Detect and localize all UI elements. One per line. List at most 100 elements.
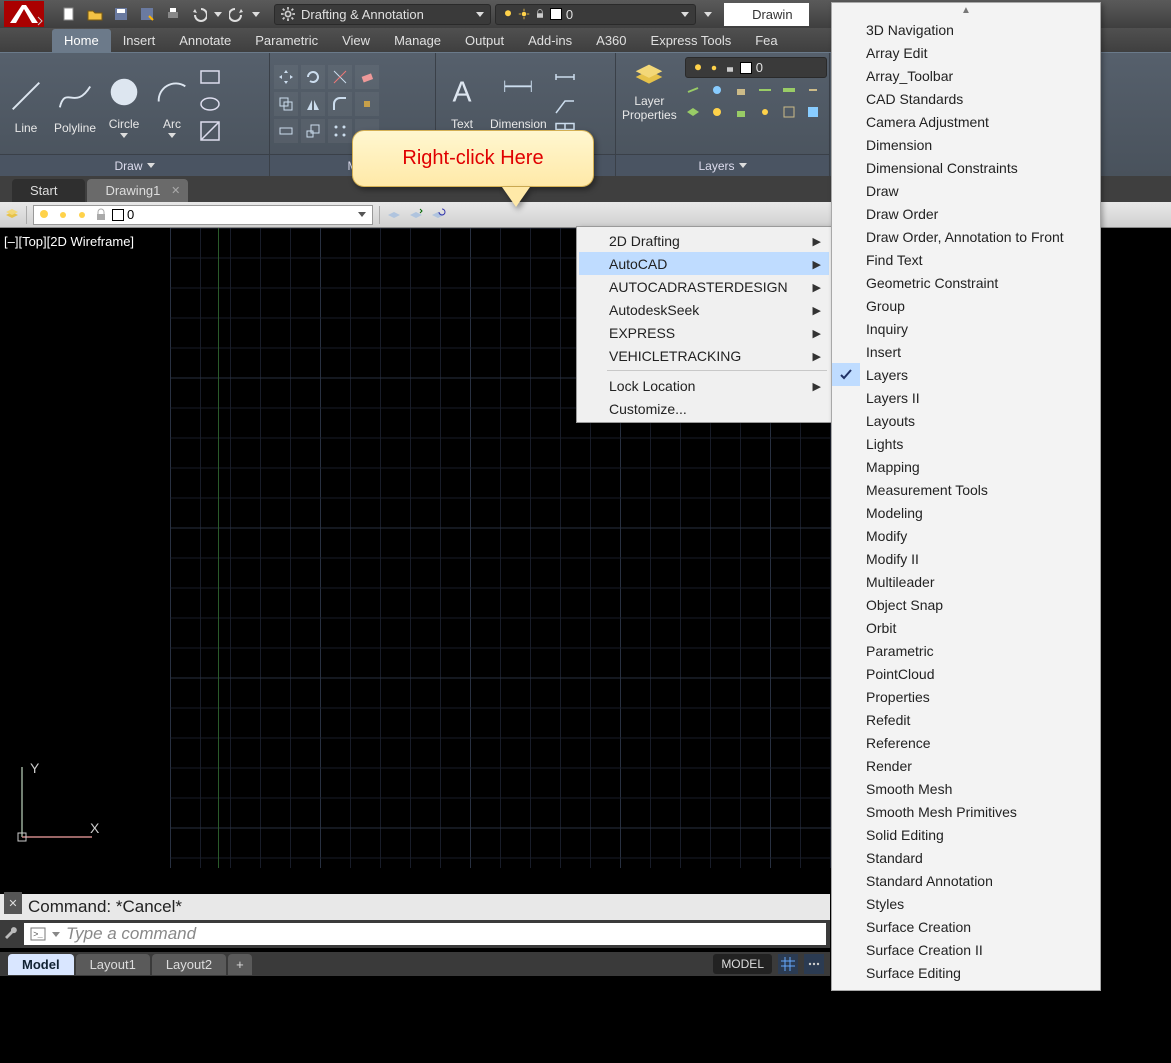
- toolbar-list-item[interactable]: Draw: [832, 179, 1100, 202]
- toolbar-list-item[interactable]: Draw Order: [832, 202, 1100, 225]
- rectangle-icon[interactable]: [198, 65, 222, 89]
- dwg-tab-start[interactable]: Start: [12, 179, 85, 202]
- move-icon[interactable]: [274, 65, 298, 89]
- layer-walk-icon[interactable]: [781, 104, 803, 124]
- toolbar-list-item[interactable]: Standard Annotation: [832, 869, 1100, 892]
- layout-tab-1[interactable]: Layout1: [76, 954, 150, 975]
- layer-previous-icon[interactable]: [430, 205, 446, 224]
- toolbar-list-item[interactable]: Smooth Mesh Primitives: [832, 800, 1100, 823]
- ribbon-tab-addins[interactable]: Add-ins: [516, 29, 584, 52]
- ctx-item[interactable]: EXPRESS▶: [579, 321, 829, 344]
- layer-prev-icon[interactable]: [805, 82, 827, 102]
- layer-current-icon[interactable]: [757, 82, 779, 102]
- layout-tab-add[interactable]: +: [228, 954, 252, 975]
- ctx-item[interactable]: AUTOCADRASTERDESIGN▶: [579, 275, 829, 298]
- layer-state-icon[interactable]: [805, 104, 827, 124]
- toolbar-list-item[interactable]: Smooth Mesh: [832, 777, 1100, 800]
- ribbon-tab-a360[interactable]: A360: [584, 29, 638, 52]
- toolbar-list-item[interactable]: Dimensional Constraints: [832, 156, 1100, 179]
- toolbar-list-item[interactable]: Standard: [832, 846, 1100, 869]
- toolbar-list-item[interactable]: Solid Editing: [832, 823, 1100, 846]
- scroll-up-icon[interactable]: ▲: [832, 5, 1100, 18]
- arc-button[interactable]: Arc: [150, 67, 194, 140]
- toolbar-list-item[interactable]: Orbit: [832, 616, 1100, 639]
- ribbon-tab-view[interactable]: View: [330, 29, 382, 52]
- workspace-switcher[interactable]: Drafting & Annotation: [274, 4, 491, 25]
- toolbar-list-item[interactable]: Object Snap: [832, 593, 1100, 616]
- toolbar-list-item[interactable]: Inquiry: [832, 317, 1100, 340]
- toolbar-list-item[interactable]: Styles: [832, 892, 1100, 915]
- polyline-button[interactable]: Polyline: [52, 71, 98, 137]
- layer-properties-button[interactable]: Layer Properties: [620, 57, 679, 123]
- ctx-item[interactable]: Lock Location▶: [579, 374, 829, 397]
- stretch-icon[interactable]: [274, 119, 298, 143]
- layer-states-icon[interactable]: [386, 205, 402, 224]
- layer-make-current-icon[interactable]: [408, 205, 424, 224]
- layer-manager-icon[interactable]: [4, 205, 20, 224]
- chevron-down-icon[interactable]: [52, 932, 60, 937]
- layer-thaw-icon[interactable]: [709, 104, 731, 124]
- fillet-icon[interactable]: [328, 92, 352, 116]
- layer-freeze-icon[interactable]: [709, 82, 731, 102]
- undo-icon[interactable]: [188, 3, 210, 25]
- ribbon-tab-parametric[interactable]: Parametric: [243, 29, 330, 52]
- ribbon-tab-featured[interactable]: Fea: [743, 29, 789, 52]
- redo-icon[interactable]: [226, 3, 248, 25]
- status-more-icon[interactable]: [804, 954, 824, 974]
- cmd-close-icon[interactable]: ✕: [4, 892, 22, 914]
- ctx-item[interactable]: Customize...: [579, 397, 829, 420]
- toolbar-list-item[interactable]: Dimension: [832, 133, 1100, 156]
- layer-unlock-icon[interactable]: [733, 104, 755, 124]
- print-icon[interactable]: [162, 3, 184, 25]
- dwg-tab-active[interactable]: Drawing1✕: [87, 179, 188, 202]
- toolbar-list-item[interactable]: Layers: [832, 363, 1100, 386]
- toolbar-list-item[interactable]: Reference: [832, 731, 1100, 754]
- layer-quick-combo[interactable]: 0: [495, 4, 696, 25]
- explode-icon[interactable]: [355, 92, 379, 116]
- leader-icon[interactable]: [553, 65, 577, 89]
- toolbar-list-item[interactable]: Array_Toolbar: [832, 64, 1100, 87]
- layer-match-icon[interactable]: [781, 82, 803, 102]
- layer-lock-icon[interactable]: [733, 82, 755, 102]
- trim-icon[interactable]: [328, 65, 352, 89]
- panel-draw-title[interactable]: Draw: [0, 154, 269, 176]
- line-button[interactable]: Line: [4, 71, 48, 137]
- toolbar-list-item[interactable]: Layouts: [832, 409, 1100, 432]
- toolbar-list-item[interactable]: Refedit: [832, 708, 1100, 731]
- layout-tab-model[interactable]: Model: [8, 954, 74, 975]
- toolbar-list-item[interactable]: Modify: [832, 524, 1100, 547]
- toolbar-list-item[interactable]: Surface Editing: [832, 961, 1100, 984]
- open-icon[interactable]: [84, 3, 106, 25]
- toolbar-list-item[interactable]: Mapping: [832, 455, 1100, 478]
- app-logo-icon[interactable]: [4, 1, 44, 27]
- ctx-item[interactable]: VEHICLETRACKING▶: [579, 344, 829, 367]
- save-icon[interactable]: [110, 3, 132, 25]
- saveas-icon[interactable]: [136, 3, 158, 25]
- redo-dropdown-icon[interactable]: [252, 12, 260, 17]
- toolbar-list-item[interactable]: Insert: [832, 340, 1100, 363]
- toolbar-list-item[interactable]: Multileader: [832, 570, 1100, 593]
- toolbar-list-item[interactable]: Parametric: [832, 639, 1100, 662]
- layout-tab-2[interactable]: Layout2: [152, 954, 226, 975]
- command-input[interactable]: >_ Type a command: [24, 923, 826, 945]
- ctx-item[interactable]: 2D Drafting▶: [579, 229, 829, 252]
- mirror-icon[interactable]: [301, 92, 325, 116]
- ribbon-tab-annotate[interactable]: Annotate: [167, 29, 243, 52]
- qat-overflow-icon[interactable]: [704, 12, 712, 17]
- toolbar-list-item[interactable]: Geometric Constraint: [832, 271, 1100, 294]
- toolbar-list-item[interactable]: Lights: [832, 432, 1100, 455]
- ribbon-tab-insert[interactable]: Insert: [111, 29, 168, 52]
- layer-combo[interactable]: 0: [685, 57, 827, 78]
- hatch-icon[interactable]: [198, 119, 222, 143]
- undo-dropdown-icon[interactable]: [214, 12, 222, 17]
- viewport-controls[interactable]: [–][Top][2D Wireframe]: [4, 234, 134, 249]
- ctx-item[interactable]: AutoCAD▶: [579, 252, 829, 275]
- toolbar-list-item[interactable]: Group: [832, 294, 1100, 317]
- layer-off-icon[interactable]: [685, 82, 707, 102]
- toolbar-list-item[interactable]: Modify II: [832, 547, 1100, 570]
- toolbar-list-item[interactable]: Properties: [832, 685, 1100, 708]
- layer-iso-icon[interactable]: [685, 104, 707, 124]
- toolbar-list-item[interactable]: CAD Standards: [832, 87, 1100, 110]
- new-icon[interactable]: [58, 3, 80, 25]
- toolbar-list-item[interactable]: Layers II: [832, 386, 1100, 409]
